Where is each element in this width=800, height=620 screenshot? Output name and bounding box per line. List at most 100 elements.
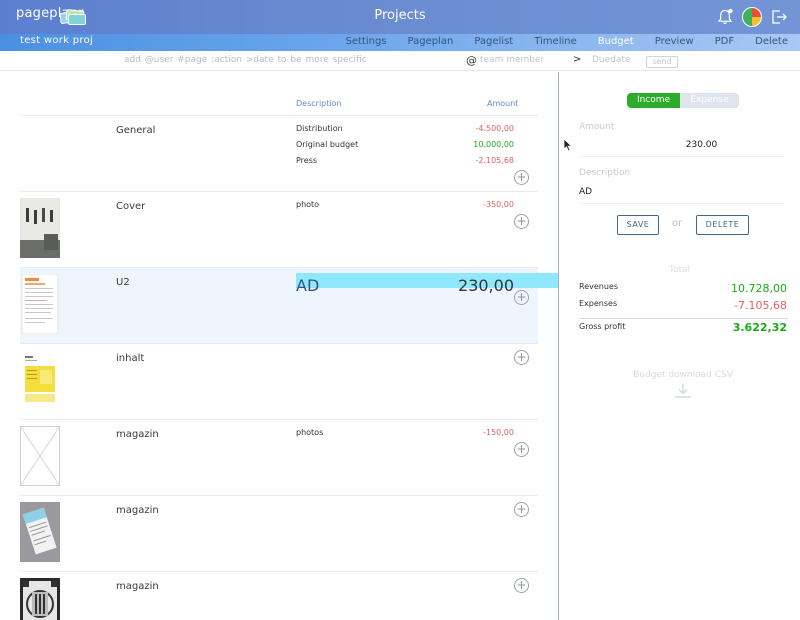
download-icon[interactable] bbox=[674, 383, 692, 399]
table-row[interactable]: Cover photo -350,00 + bbox=[20, 192, 538, 268]
tab-settings[interactable]: Settings bbox=[345, 36, 386, 47]
duedate-sign-label: > bbox=[573, 54, 582, 65]
notification-bell-icon[interactable] bbox=[716, 8, 734, 26]
add-line-button[interactable]: + bbox=[514, 214, 529, 229]
gross-profit-label: Gross profit bbox=[579, 322, 626, 331]
line-amount: 230,00 bbox=[458, 276, 514, 295]
expense-toggle-option[interactable]: Expense bbox=[680, 93, 739, 108]
page-document-image bbox=[21, 274, 59, 334]
add-line-button[interactable]: + bbox=[514, 290, 529, 305]
line-amount: -150,00 bbox=[483, 428, 514, 437]
save-button[interactable]: SAVE bbox=[617, 215, 659, 235]
logout-icon[interactable] bbox=[770, 8, 788, 26]
tab-preview[interactable]: Preview bbox=[655, 36, 694, 47]
table-row[interactable]: magazin + bbox=[20, 572, 538, 620]
line-amount: -2.105,68 bbox=[475, 156, 514, 165]
table-row[interactable]: magazin + bbox=[20, 496, 538, 572]
mouse-cursor-icon bbox=[563, 138, 573, 152]
project-nav-bar: test work proj Settings Pageplan Pagelis… bbox=[0, 34, 800, 51]
sum-divider bbox=[579, 318, 788, 319]
line-description: Press bbox=[296, 156, 318, 165]
expenses-value: -7.105,68 bbox=[734, 299, 787, 312]
budget-line-item[interactable]: Distribution -4.500,00 bbox=[296, 122, 538, 136]
duedate-input[interactable] bbox=[592, 55, 642, 65]
tab-pagelist[interactable]: Pagelist bbox=[474, 36, 513, 47]
row-name: U2 bbox=[116, 277, 130, 288]
table-row[interactable]: General Distribution -4.500,00 Original … bbox=[20, 116, 538, 192]
page-title: Projects bbox=[374, 8, 426, 23]
table-row[interactable]: magazin photos -150,00 + bbox=[20, 420, 538, 496]
budget-download-csv-link[interactable]: Budget download CSV bbox=[559, 370, 800, 380]
command-bar: add @user #page :action >date to be more… bbox=[0, 51, 800, 71]
income-expense-toggle[interactable]: Income Expense bbox=[627, 93, 739, 108]
app-window: pageplanr Projects test work proj Settin… bbox=[0, 0, 800, 620]
page-thumbnail[interactable] bbox=[20, 198, 60, 258]
budget-line-item[interactable]: photo -350,00 bbox=[296, 198, 538, 212]
line-amount: 10.000,00 bbox=[473, 140, 514, 149]
line-description: Distribution bbox=[296, 124, 343, 133]
table-row-selected[interactable]: U2 AD 230,00 + bbox=[20, 268, 558, 344]
tab-budget[interactable]: Budget bbox=[598, 36, 634, 47]
revenues-value: 10.728,00 bbox=[731, 282, 787, 295]
add-line-button[interactable]: + bbox=[514, 170, 529, 185]
send-button[interactable]: send bbox=[646, 56, 678, 68]
tab-delete[interactable]: Delete bbox=[755, 36, 788, 47]
cover-photo-image bbox=[20, 198, 60, 258]
budget-table: Description Amount General Distribution … bbox=[0, 72, 558, 620]
budget-line-item[interactable]: Original budget 10.000,00 bbox=[296, 138, 538, 152]
row-name: Cover bbox=[116, 201, 146, 212]
test-pattern-image bbox=[20, 578, 60, 620]
line-description: photos bbox=[296, 428, 324, 437]
row-name: inhalt bbox=[116, 353, 145, 364]
budget-line-item-highlighted[interactable]: AD 230,00 bbox=[296, 273, 558, 295]
add-line-button[interactable]: + bbox=[514, 350, 529, 365]
page-thumbnail[interactable] bbox=[20, 578, 60, 620]
project-name[interactable]: test work proj bbox=[20, 35, 93, 46]
column-header-description: Description bbox=[296, 99, 342, 108]
column-header-amount: Amount bbox=[487, 99, 519, 108]
expenses-label: Expenses bbox=[579, 299, 618, 308]
row-name: magazin bbox=[116, 505, 159, 516]
amount-field[interactable]: 230.00 bbox=[579, 140, 784, 157]
page-thumbnail[interactable] bbox=[20, 350, 60, 410]
user-avatar-pie-icon[interactable] bbox=[742, 7, 762, 27]
tab-timeline[interactable]: Timeline bbox=[534, 36, 577, 47]
row-name: General bbox=[116, 125, 156, 136]
table-row[interactable]: inhalt + bbox=[20, 344, 538, 420]
or-label: or bbox=[672, 218, 683, 229]
line-amount: -350,00 bbox=[483, 200, 514, 209]
tab-pdf[interactable]: PDF bbox=[715, 36, 734, 47]
magazine-page-image bbox=[20, 502, 60, 562]
amount-label: Amount bbox=[579, 122, 615, 132]
add-line-button[interactable]: + bbox=[514, 578, 529, 593]
nav-tabs: Settings Pageplan Pagelist Timeline Budg… bbox=[324, 36, 788, 47]
revenues-label: Revenues bbox=[579, 282, 619, 291]
add-line-button[interactable]: + bbox=[514, 502, 529, 517]
line-amount: -4.500,00 bbox=[475, 124, 514, 133]
delete-button[interactable]: DELETE bbox=[696, 215, 749, 235]
empty-page-placeholder-image bbox=[20, 426, 60, 486]
budget-line-item[interactable]: Press -2.105,68 bbox=[296, 154, 538, 168]
command-input-hint[interactable]: add @user #page :action >date to be more… bbox=[124, 55, 367, 65]
page-thumbnail[interactable] bbox=[20, 502, 60, 562]
inhalt-page-image bbox=[22, 350, 58, 410]
description-field[interactable]: AD bbox=[579, 187, 784, 204]
tab-pageplan[interactable]: Pageplan bbox=[408, 36, 454, 47]
row-name: magazin bbox=[116, 429, 159, 440]
add-line-button[interactable]: + bbox=[514, 442, 529, 457]
page-thumbnail[interactable] bbox=[20, 426, 60, 486]
income-toggle-option[interactable]: Income bbox=[627, 93, 680, 108]
line-description: photo bbox=[296, 200, 320, 209]
line-description: Original budget bbox=[296, 140, 359, 149]
line-description: AD bbox=[296, 276, 320, 295]
budget-edit-panel: Income Expense Amount 230.00 Description… bbox=[559, 72, 800, 620]
at-sign-label: @ bbox=[466, 54, 477, 67]
top-header: pageplanr Projects bbox=[0, 0, 800, 34]
budget-line-item[interactable]: photos -150,00 bbox=[296, 426, 538, 440]
row-name: magazin bbox=[116, 581, 159, 592]
gross-profit-value: 3.622,32 bbox=[732, 321, 787, 334]
page-thumbnail[interactable] bbox=[20, 274, 60, 334]
description-label: Description bbox=[579, 168, 631, 178]
team-member-input[interactable] bbox=[480, 55, 560, 65]
total-heading: Total bbox=[668, 265, 691, 275]
